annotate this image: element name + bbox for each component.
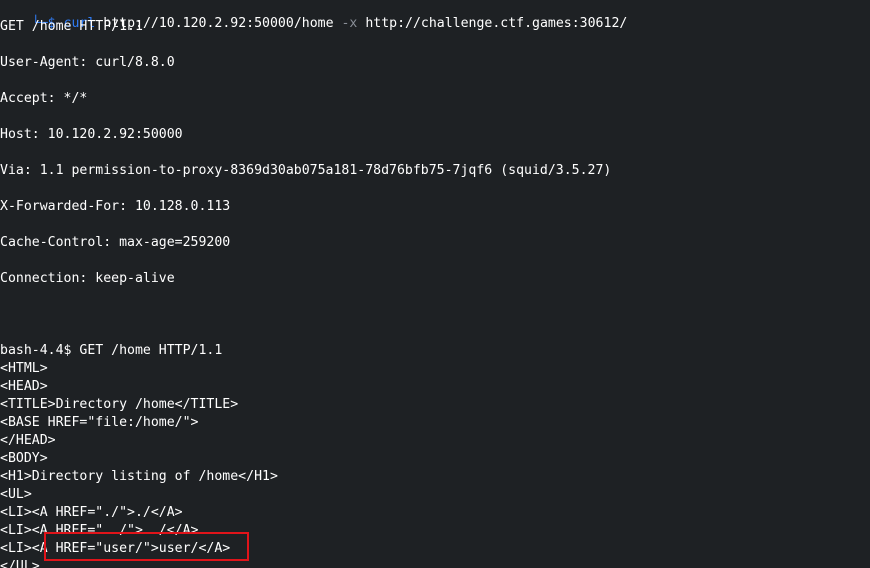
html-line: <H1>Directory listing of /home</H1> <box>0 469 278 484</box>
html-line: <HTML> <box>0 361 48 376</box>
command-proxy: http://challenge.ctf.games:30612/ <box>365 16 628 31</box>
request-header: Connection: keep-alive <box>0 271 175 286</box>
html-line: <HEAD> <box>0 379 48 394</box>
request-header: User-Agent: curl/8.8.0 <box>0 55 175 70</box>
request-header: X-Forwarded-For: 10.128.0.113 <box>0 199 231 214</box>
command-line: └─$ curl http://10.120.2.92:50000/home -… <box>0 0 628 31</box>
highlight-annotation-box <box>44 532 249 561</box>
request-header: Accept: */* <box>0 91 88 106</box>
terminal-window[interactable]: └─$ curl http://10.120.2.92:50000/home -… <box>0 0 870 568</box>
html-line: <TITLE>Directory /home</TITLE> <box>0 397 239 412</box>
html-line: <LI><A HREF="./">./</A> <box>0 505 183 520</box>
request-header: Via: 1.1 permission-to-proxy-8369d30ab07… <box>0 163 612 178</box>
html-line: <UL> <box>0 487 32 502</box>
request-header: Cache-Control: max-age=259200 <box>0 235 231 250</box>
request-line: GET /home HTTP/1.1 <box>0 19 143 34</box>
command-flag: -x <box>341 16 358 31</box>
html-line: </UL> <box>0 559 40 568</box>
html-line: </HEAD> <box>0 433 56 448</box>
shell-prompt-line: bash-4.4$ GET /home HTTP/1.1 <box>0 343 223 358</box>
html-line: <BASE HREF="file:/home/"> <box>0 415 199 430</box>
request-header: Host: 10.120.2.92:50000 <box>0 127 183 142</box>
html-line: <BODY> <box>0 451 48 466</box>
